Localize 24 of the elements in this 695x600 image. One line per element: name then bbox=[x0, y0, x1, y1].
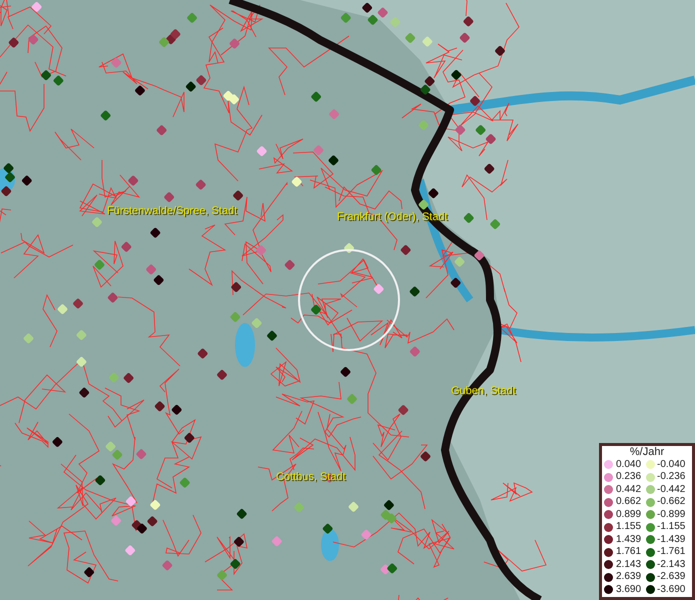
legend-value: -1.761 bbox=[657, 546, 686, 558]
legend-value: 0.899 bbox=[616, 508, 642, 521]
legend-value: -3.690 bbox=[657, 584, 686, 596]
legend-value: 0.442 bbox=[616, 484, 642, 496]
legend-value: -1.439 bbox=[657, 534, 686, 546]
city-label: Fürstenwalde/Spree, Stadt bbox=[107, 204, 238, 219]
legend-value: -0.040 bbox=[657, 458, 686, 471]
legend-value: 0.662 bbox=[616, 496, 642, 508]
legend-value: -1.155 bbox=[657, 521, 686, 534]
legend-value: 1.761 bbox=[616, 546, 642, 558]
legend-value: -0.899 bbox=[657, 508, 686, 521]
legend-value: -2.143 bbox=[657, 558, 686, 571]
legend-title: %/Jahr bbox=[628, 446, 666, 458]
legend-value: 3.690 bbox=[616, 584, 642, 596]
legend-value: -0.442 bbox=[657, 484, 686, 496]
legend-value: 1.439 bbox=[616, 534, 642, 546]
legend-value: -2.639 bbox=[657, 571, 686, 584]
legend-value: -0.236 bbox=[657, 471, 686, 484]
legend-value: 1.155 bbox=[616, 521, 642, 534]
legend-value: 2.639 bbox=[616, 571, 642, 584]
legend-value: -0.662 bbox=[657, 496, 686, 508]
legend-value: 2.143 bbox=[616, 558, 642, 571]
legend-value: 0.040 bbox=[616, 458, 642, 471]
legend-value: 0.236 bbox=[616, 471, 642, 484]
